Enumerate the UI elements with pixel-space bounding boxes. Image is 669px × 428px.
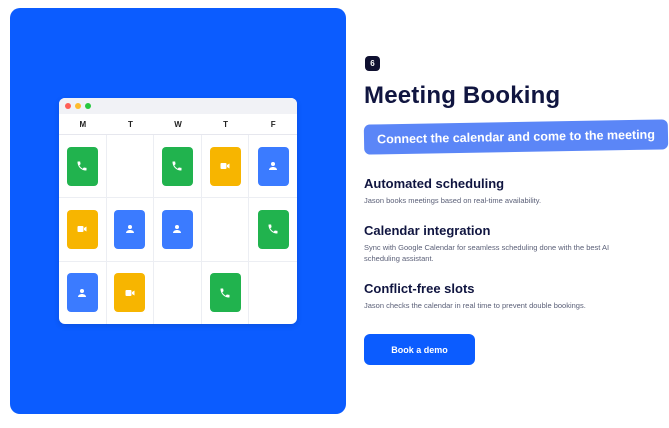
close-dot-icon <box>65 103 71 109</box>
calendar-cell <box>59 135 107 199</box>
minimize-dot-icon <box>75 103 81 109</box>
window-titlebar <box>59 98 297 114</box>
book-demo-button[interactable]: Book a demo <box>364 334 475 365</box>
phone-icon <box>219 287 231 299</box>
calendar-cell <box>249 135 297 199</box>
calendar-cell <box>106 135 155 199</box>
hero-panel: M T W T F <box>10 8 346 414</box>
calendar-cell <box>154 135 202 199</box>
person-icon <box>267 160 279 172</box>
calendar-cell <box>249 198 297 262</box>
calendar-cell <box>106 198 155 262</box>
calendar-cell <box>154 261 202 324</box>
step-badge: 6 <box>365 56 380 71</box>
phone-icon <box>267 223 279 235</box>
calendar-window: M T W T F <box>59 98 297 324</box>
calendar-cell <box>201 261 250 324</box>
calendar-grid <box>59 135 297 324</box>
meeting-tile <box>209 273 241 313</box>
feature-desc-automated-scheduling: Jason books meetings based on real-time … <box>364 196 542 205</box>
feature-title-automated-scheduling: Automated scheduling <box>364 176 505 191</box>
meeting-tile <box>257 209 289 249</box>
calendar-cell <box>59 198 107 262</box>
feature-title-calendar-integration: Calendar integration <box>364 223 491 238</box>
calendar-cell <box>201 135 250 199</box>
day-label-fri: F <box>270 119 276 129</box>
day-label-wed: W <box>174 119 182 129</box>
meeting-tile <box>161 146 193 186</box>
meeting-tile <box>114 273 146 313</box>
calendar-cell <box>154 198 202 262</box>
tagline-banner: Connect the calendar and come to the mee… <box>363 119 669 155</box>
phone-icon <box>171 160 183 172</box>
feature-desc-calendar-integration: Sync with Google Calendar for seamless s… <box>364 243 610 263</box>
meeting-tile <box>161 209 193 249</box>
meeting-tile <box>257 146 289 186</box>
video-icon <box>76 223 88 235</box>
meeting-tile <box>66 146 98 186</box>
video-icon <box>124 287 136 299</box>
meeting-tile <box>66 209 98 249</box>
calendar-cell <box>249 262 297 324</box>
calendar-cell <box>106 261 155 324</box>
day-label-mon: M <box>79 119 87 129</box>
person-icon <box>124 223 136 235</box>
calendar-cell <box>59 261 107 324</box>
feature-title-conflict-free-slots: Conflict-free slots <box>364 281 475 296</box>
calendar-cell <box>201 198 250 262</box>
person-icon <box>171 223 183 235</box>
feature-desc-conflict-free-slots: Jason checks the calendar in real time t… <box>364 301 586 310</box>
meeting-tile <box>209 146 241 186</box>
meeting-tile <box>66 273 98 313</box>
person-icon <box>76 287 88 299</box>
video-icon <box>219 160 231 172</box>
weekday-header: M T W T F <box>59 114 297 135</box>
phone-icon <box>76 160 88 172</box>
day-label-tue: T <box>127 119 133 129</box>
maximize-dot-icon <box>85 103 91 109</box>
meeting-tile <box>114 209 146 249</box>
section-title: Meeting Booking <box>364 82 561 109</box>
day-label-thu: T <box>223 119 229 129</box>
